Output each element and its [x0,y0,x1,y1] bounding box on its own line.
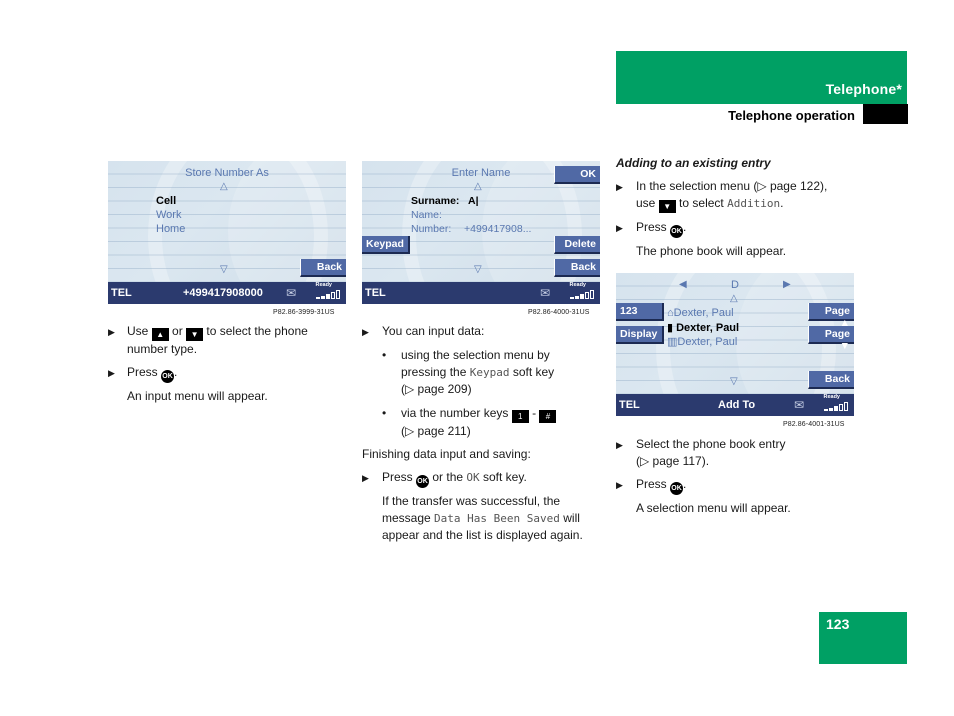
status-tel: TEL [111,287,132,299]
number-value: +499417908... [464,223,532,235]
step-arrow-icon: ▶ [616,480,623,490]
current-letter: D [731,279,739,291]
subsection-title: Telephone operation [728,108,855,123]
surname-input[interactable]: A| [468,195,479,207]
ok-key-icon: OK [670,482,684,495]
back-button[interactable]: Back [300,259,346,277]
status-ready: Ready [823,394,840,400]
ok-key-icon: OK [670,225,684,238]
status-bar: TEL Add To ✉ Ready [616,394,854,416]
message-icon: ✉ [285,286,296,300]
status-number: +499417908000 [183,287,263,299]
list-item[interactable]: ▥Dexter, Paul [667,335,737,348]
step-arrow-icon: ▶ [362,473,369,483]
scroll-up-icon: △ [730,293,738,304]
status-tel: TEL [619,399,640,411]
message-icon: ✉ [793,398,804,412]
scroll-up-icon: △ [474,181,482,192]
field-label-name[interactable]: Name: [411,209,442,221]
section-heading: Adding to an existing entry [616,156,771,170]
subsection-marker [863,104,908,124]
status-bar: TEL +499417908000 ✉ Ready [108,282,346,304]
step-arrow-icon: ▶ [616,182,623,192]
office-icon: ▥ [667,336,678,348]
previous-letter-icon[interactable]: ◀ [679,279,687,290]
signal-strength-icon [570,290,594,299]
message-icon: ✉ [539,286,550,300]
ok-button[interactable]: OK [554,166,600,184]
step-arrow-icon: ▶ [108,368,115,378]
scroll-down-icon: ▽ [220,264,228,275]
list-item[interactable]: ▮ Dexter, Paul [667,321,739,334]
key-1-icon: 1 [511,410,529,423]
instruction-step: In the selection menu (▷ page 122), use … [636,179,828,213]
keypad-button[interactable]: Keypad [362,236,410,254]
section-title: Telephone* [825,81,902,97]
result-text: If the transfer was successful, the mess… [382,494,583,542]
instruction-step: Press OK. [636,219,686,238]
mobile-phone-icon: ▮ [667,322,677,334]
list-item[interactable]: Work [156,209,181,221]
sub-bullet: using the selection menu by pressing the… [401,348,555,396]
instruction-step: Select the phone book entry (▷ page 117)… [636,437,786,468]
scroll-down-icon: ▽ [730,376,738,387]
back-button[interactable]: Back [808,371,854,389]
key-hash-icon: # [539,410,557,423]
bullet-dot: • [382,406,387,420]
down-key-icon: ▼ [658,200,676,213]
instruction-step: Press OK. [127,364,177,383]
status-tel: TEL [365,287,386,299]
ok-key-icon: OK [161,370,175,383]
sub-bullet: via the number keys 1 - # (▷ page 211) [401,405,557,440]
step-arrow-icon: ▶ [362,327,369,337]
section-text: Finishing data input and saving: [362,447,531,461]
field-label-number[interactable]: Number: [411,223,451,235]
home-icon: ⌂ [667,307,674,319]
scroll-down-icon: ▽ [474,264,482,275]
list-item[interactable]: ⌂Dexter, Paul [667,307,734,319]
scroll-up-icon: △ [220,181,228,192]
page-up-button[interactable]: Page ▲ [808,303,854,329]
result-text: An input menu will appear. [127,389,268,403]
signal-strength-icon [824,402,848,411]
instruction-step: Use ▲ or ▼ to select the phone number ty… [127,324,308,356]
signal-strength-icon [316,290,340,299]
list-item[interactable]: Cell [156,195,176,207]
screen-store-number-as: Store Number As △ Cell Work Home ▽ Back … [108,161,346,304]
figure-code: P82.86-4001-31US [783,421,845,428]
screen-title: Store Number As [185,167,269,179]
step-arrow-icon: ▶ [616,223,623,233]
instruction-step: You can input data: [382,324,485,338]
screen-enter-name: Enter Name △ Surname: A| Name: Number: +… [362,161,600,304]
field-label-surname: Surname: [411,195,460,207]
list-item[interactable]: Home [156,223,185,235]
status-ready: Ready [569,282,586,288]
result-text: A selection menu will appear. [636,501,791,515]
bullet-dot: • [382,348,387,362]
ok-key-icon: OK [416,475,430,488]
page-down-button[interactable]: Page ▼ [808,326,854,352]
status-add-to: Add To [718,399,756,411]
back-button[interactable]: Back [554,259,600,277]
step-arrow-icon: ▶ [616,440,623,450]
up-key-icon: ▲ [151,328,169,341]
instruction-step: Press OK or the OK soft key. [382,469,527,488]
step-arrow-icon: ▶ [108,327,115,337]
status-bar: TEL ✉ Ready [362,282,600,304]
numbers-button[interactable]: 123 [616,303,664,321]
display-button[interactable]: Display [616,326,664,344]
delete-button[interactable]: Delete [554,236,600,254]
screen-phone-book: ◀ D ▶ △ ⌂Dexter, Paul ▮ Dexter, Paul ▥De… [616,273,854,416]
status-ready: Ready [315,282,332,288]
down-key-icon: ▼ [186,328,204,341]
result-text: The phone book will appear. [636,244,787,258]
next-letter-icon[interactable]: ▶ [783,279,791,290]
page-number: 123 [826,616,850,632]
instruction-step: Press OK. [636,476,686,495]
figure-code: P82.86-4000-31US [528,309,590,316]
figure-code: P82.86-3999-31US [273,309,335,316]
